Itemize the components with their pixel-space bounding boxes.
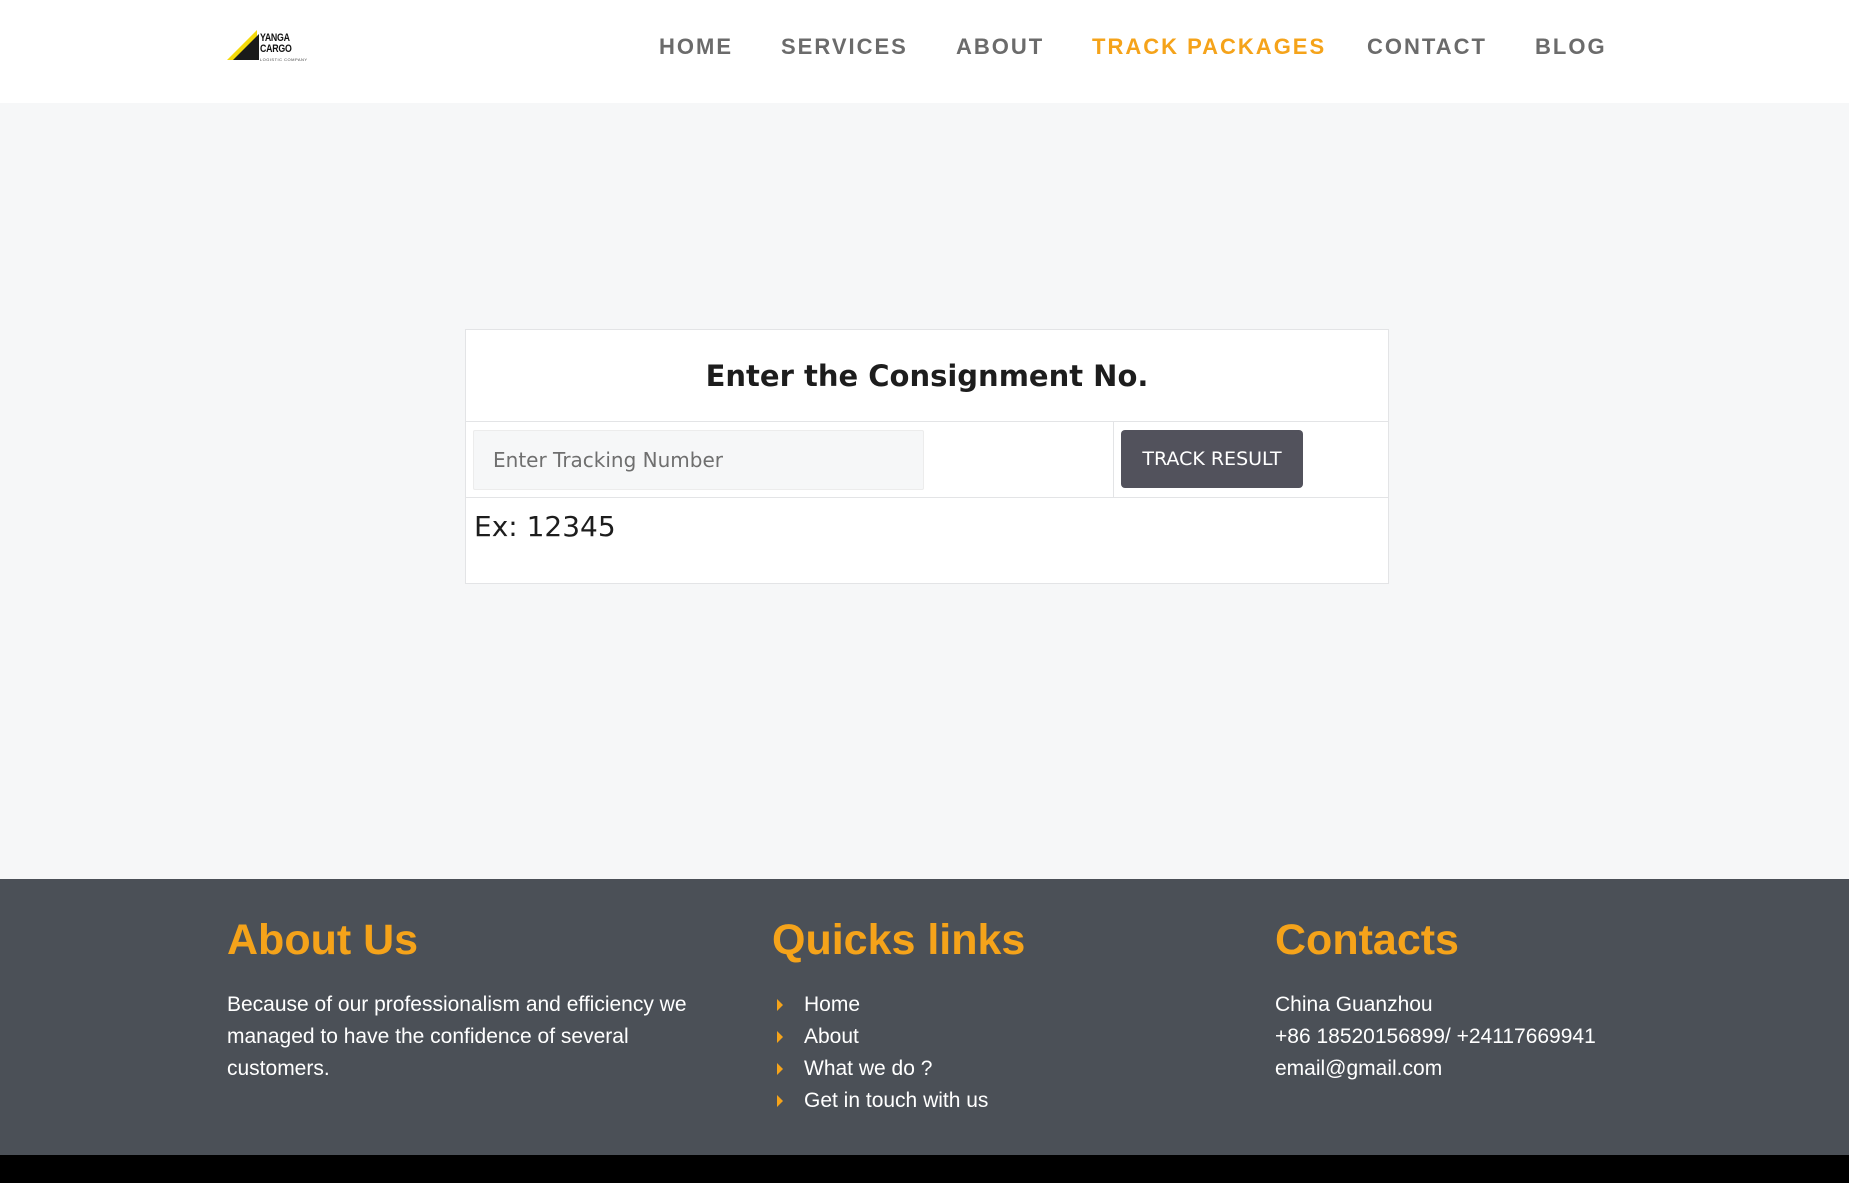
footer-link-what-we-do[interactable]: What we do ? [652, 1053, 988, 1085]
site-header: YANGA CARGO LOGISTIC COMPANY HOME SERVIC… [0, 0, 1849, 103]
caret-right-icon [777, 1031, 783, 1043]
footer-contacts-info: China Guanzhou +86 18520156899/ +2411766… [1275, 989, 1596, 1085]
footer-about-heading: About Us [227, 916, 419, 964]
footer-links-heading: Quicks links [772, 916, 1026, 964]
track-result-button[interactable]: TRACK RESULT [1121, 430, 1303, 488]
tracking-example: Ex: 12345 [474, 510, 616, 543]
footer-contacts-heading: Contacts [1275, 916, 1459, 964]
nav-track-packages[interactable]: TRACK PACKAGES [1092, 34, 1326, 60]
tracking-form: Enter the Consignment No. TRACK RESULT E… [465, 329, 1389, 584]
main-nav: HOME SERVICES ABOUT TRACK PACKAGES CONTA… [0, 34, 1849, 62]
caret-right-icon [777, 1095, 783, 1107]
footer-bottom-bar [0, 1155, 1849, 1183]
footer-about-text: Because of our professionalism and effic… [227, 993, 687, 1080]
nav-blog[interactable]: BLOG [1535, 34, 1607, 60]
nav-contact[interactable]: CONTACT [1367, 34, 1487, 60]
nav-home[interactable]: HOME [659, 34, 733, 60]
nav-about[interactable]: ABOUT [956, 34, 1044, 60]
nav-services[interactable]: SERVICES [781, 34, 908, 60]
footer-quick-links: Home About What we do ? Get in touch wit… [652, 989, 988, 1117]
contact-location: China Guanzhou [1275, 993, 1433, 1016]
site-footer: About Us Because of our professionalism … [0, 879, 1849, 1155]
row-divider [1113, 422, 1114, 498]
caret-right-icon [777, 999, 783, 1011]
caret-right-icon [777, 1063, 783, 1075]
contact-email[interactable]: email@gmail.com [1275, 1053, 1596, 1085]
footer-link-get-in-touch[interactable]: Get in touch with us [652, 1085, 988, 1117]
footer-link-about[interactable]: About [652, 1021, 988, 1053]
footer-link-home[interactable]: Home [652, 989, 988, 1021]
tracking-number-input[interactable] [473, 430, 924, 490]
tracking-input-row: TRACK RESULT [466, 422, 1388, 498]
contact-phone: +86 18520156899/ +24117669941 [1275, 1025, 1596, 1048]
tracking-title: Enter the Consignment No. [466, 330, 1388, 422]
